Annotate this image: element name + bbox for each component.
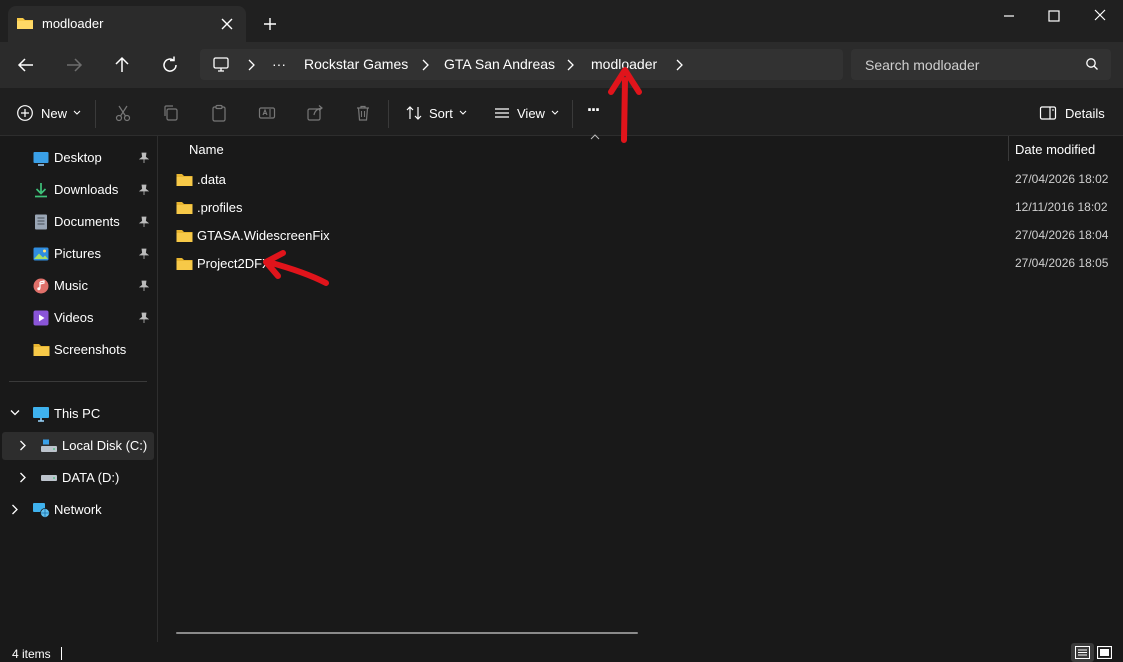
- annotation-arrow-left: [263, 250, 329, 286]
- annotation-arrow-up: [608, 67, 642, 143]
- annotation-arrows: [263, 67, 642, 286]
